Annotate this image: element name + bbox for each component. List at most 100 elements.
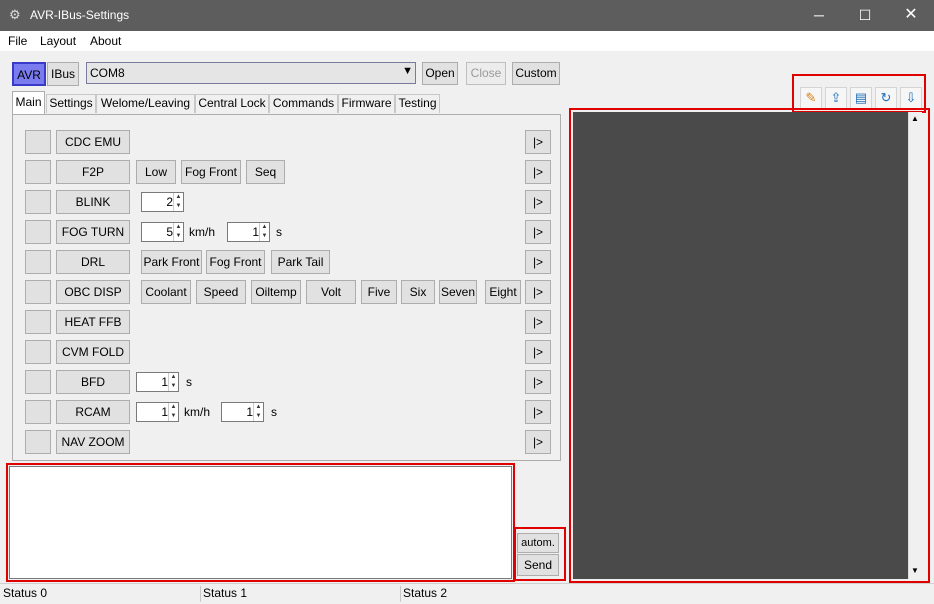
blink-toggle[interactable] (25, 190, 51, 214)
cvm-send-button[interactable]: |> (525, 340, 551, 364)
fog-turn-speed-unit: km/h (189, 225, 216, 239)
command-input-highlight (6, 463, 515, 582)
f2p-fog-front-button[interactable]: Fog Front (181, 160, 241, 184)
cvm-toggle[interactable] (25, 340, 51, 364)
drl-toggle[interactable] (25, 250, 51, 274)
bfd-time-value: 1 (161, 375, 168, 389)
port-value: COM8 (90, 66, 125, 80)
drl-button[interactable]: DRL (56, 250, 130, 274)
rcam-button[interactable]: RCAM (56, 400, 130, 424)
f2p-button[interactable]: F2P (56, 160, 130, 184)
bfd-button[interactable]: BFD (56, 370, 130, 394)
menu-file[interactable]: File (8, 34, 27, 48)
tab-firmware[interactable]: Firmware (338, 94, 395, 113)
obc-send-button[interactable]: |> (525, 280, 551, 304)
port-select[interactable]: COM8 ▼ (86, 62, 416, 84)
obc-seven-button[interactable]: Seven (439, 280, 477, 304)
spin-arrows-icon[interactable]: ▲ ▼ (173, 223, 183, 241)
close-port-button[interactable]: Close (466, 62, 506, 85)
maximize-button[interactable]: ☐ (842, 0, 888, 31)
obc-six-button[interactable]: Six (401, 280, 435, 304)
rcam-time-unit: s (271, 405, 277, 419)
blink-count-stepper[interactable]: 2 ▲ ▼ (141, 192, 184, 212)
tab-settings[interactable]: Settings (46, 94, 96, 113)
blink-send-button[interactable]: |> (525, 190, 551, 214)
drl-fog-front-button[interactable]: Fog Front (206, 250, 265, 274)
f2p-toggle[interactable] (25, 160, 51, 184)
status-2: Status 2 (403, 586, 448, 600)
fog-turn-speed-stepper[interactable]: 5 ▲ ▼ (141, 222, 184, 242)
cdc-toggle[interactable] (25, 130, 51, 154)
obc-five-button[interactable]: Five (361, 280, 397, 304)
cdc-emu-button[interactable]: CDC EMU (56, 130, 130, 154)
bfd-toggle[interactable] (25, 370, 51, 394)
log-panel-highlight (569, 108, 930, 583)
rcam-toggle[interactable] (25, 400, 51, 424)
spin-arrows-icon[interactable]: ▲ ▼ (253, 403, 263, 421)
cdc-send-button[interactable]: |> (525, 130, 551, 154)
obc-disp-button[interactable]: OBC DISP (56, 280, 130, 304)
rcam-send-button[interactable]: |> (525, 400, 551, 424)
nav-toggle[interactable] (25, 430, 51, 454)
ibus-mode-button[interactable]: IBus (47, 62, 79, 86)
cvm-fold-button[interactable]: CVM FOLD (56, 340, 130, 364)
status-1: Status 1 (203, 586, 248, 600)
title-bar: ⚙ AVR-IBus-Settings ─ ☐ ✕ (0, 0, 934, 31)
rcam-speed-value: 1 (161, 405, 168, 419)
tab-welcome-leaving[interactable]: Welome/Leaving (96, 94, 195, 113)
nav-zoom-button[interactable]: NAV ZOOM (56, 430, 130, 454)
fog-turn-send-button[interactable]: |> (525, 220, 551, 244)
tab-central-lock[interactable]: Central Lock (195, 94, 269, 113)
custom-button[interactable]: Custom (512, 62, 560, 85)
fog-turn-time-stepper[interactable]: 1 ▲ ▼ (227, 222, 270, 242)
minimize-button[interactable]: ─ (796, 0, 842, 31)
status-separator (200, 586, 201, 602)
heat-toggle[interactable] (25, 310, 51, 334)
obc-volt-button[interactable]: Volt (306, 280, 356, 304)
fog-turn-button[interactable]: FOG TURN (56, 220, 130, 244)
fog-turn-toggle[interactable] (25, 220, 51, 244)
tab-main[interactable]: Main (12, 91, 45, 114)
rcam-speed-unit: km/h (184, 405, 211, 419)
tab-testing[interactable]: Testing (395, 94, 440, 113)
f2p-seq-button[interactable]: Seq (246, 160, 285, 184)
heat-send-button[interactable]: |> (525, 310, 551, 334)
spin-arrows-icon[interactable]: ▲ ▼ (168, 373, 178, 391)
status-divider (0, 583, 934, 584)
avr-mode-button[interactable]: AVR (12, 62, 46, 86)
app-icon: ⚙ (9, 7, 21, 22)
spin-arrows-icon[interactable]: ▲ ▼ (173, 193, 183, 211)
rcam-time-stepper[interactable]: 1 ▲ ▼ (221, 402, 264, 422)
bfd-time-unit: s (186, 375, 192, 389)
tab-commands[interactable]: Commands (269, 94, 338, 113)
f2p-send-button[interactable]: |> (525, 160, 551, 184)
drl-send-button[interactable]: |> (525, 250, 551, 274)
fog-turn-time-unit: s (276, 225, 282, 239)
rcam-speed-stepper[interactable]: 1 ▲ ▼ (136, 402, 179, 422)
bfd-time-stepper[interactable]: 1 ▲ ▼ (136, 372, 179, 392)
obc-oiltemp-button[interactable]: Oiltemp (251, 280, 301, 304)
nav-send-button[interactable]: |> (525, 430, 551, 454)
blink-count-value: 2 (166, 195, 173, 209)
obc-eight-button[interactable]: Eight (485, 280, 521, 304)
menu-layout[interactable]: Layout (40, 34, 76, 48)
obc-coolant-button[interactable]: Coolant (141, 280, 191, 304)
fog-turn-time-value: 1 (252, 225, 259, 239)
spin-arrows-icon[interactable]: ▲ ▼ (259, 223, 269, 241)
status-0: Status 0 (3, 586, 48, 600)
obc-speed-button[interactable]: Speed (196, 280, 246, 304)
drl-park-front-button[interactable]: Park Front (141, 250, 202, 274)
open-button[interactable]: Open (422, 62, 458, 85)
obc-toggle[interactable] (25, 280, 51, 304)
window-title: AVR-IBus-Settings (30, 8, 130, 22)
menu-about[interactable]: About (90, 34, 121, 48)
bfd-send-button[interactable]: |> (525, 370, 551, 394)
heat-ffb-button[interactable]: HEAT FFB (56, 310, 130, 334)
drl-park-tail-button[interactable]: Park Tail (271, 250, 330, 274)
menu-bar: File Layout About (0, 31, 934, 51)
blink-button[interactable]: BLINK (56, 190, 130, 214)
spin-arrows-icon[interactable]: ▲ ▼ (168, 403, 178, 421)
close-window-button[interactable]: ✕ (888, 0, 934, 31)
f2p-low-button[interactable]: Low (136, 160, 176, 184)
fog-turn-speed-value: 5 (166, 225, 173, 239)
